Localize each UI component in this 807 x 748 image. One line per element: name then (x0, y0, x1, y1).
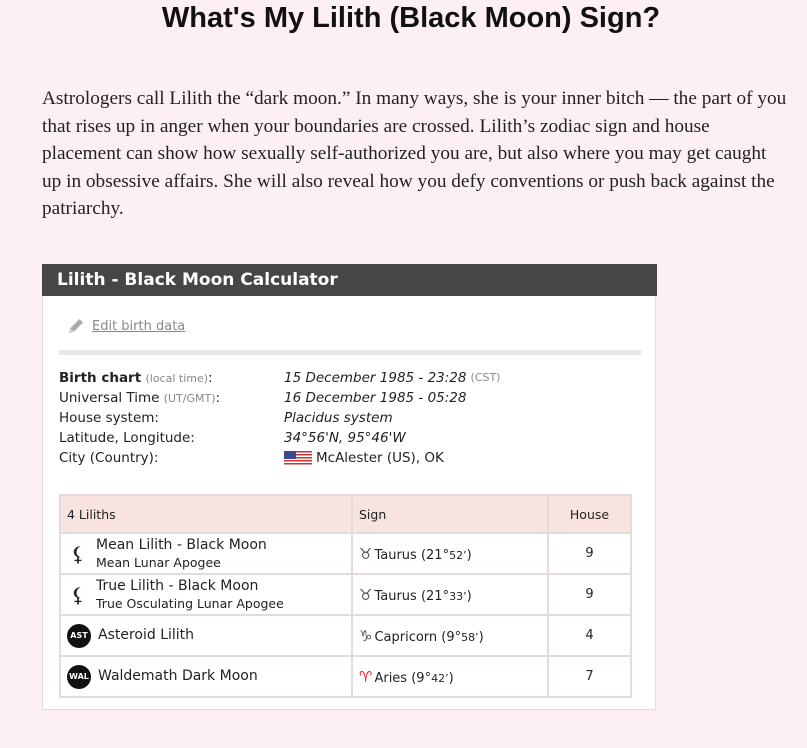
pencil-icon[interactable] (66, 316, 86, 336)
row-house: 7 (547, 655, 632, 698)
row-sign: Taurus (374, 547, 417, 563)
row-minute: 33’ (449, 589, 467, 603)
row-name: Asteroid Lilith (98, 627, 195, 643)
row-degree: 9 (416, 670, 425, 686)
birth-chart-label: Birth chart (59, 370, 142, 386)
liliths-table: 4 Liliths Sign House ⚸ Mean Lilith - Bla… (59, 494, 632, 698)
capricorn-icon: ♑ (359, 626, 373, 645)
row-subname: True Osculating Lunar Apogee (96, 595, 284, 611)
row-degree: 21 (426, 547, 443, 563)
birth-chart-tz: (CST) (470, 371, 501, 384)
row-sign: Capricorn (374, 629, 438, 645)
table-row-mean-lilith: ⚸ Mean Lilith - Black Moon Mean Lunar Ap… (59, 532, 632, 575)
true-lilith-glyph-icon: ⚸ (70, 582, 86, 607)
page-title: What's My Lilith (Black Moon) Sign? (161, 2, 661, 34)
row-minute: 42’ (431, 671, 449, 685)
table-row-true-lilith: ⚸ True Lilith - Black Moon True Osculati… (59, 573, 632, 616)
ut-label: Universal Time (59, 390, 160, 406)
house-system-row: House system: Placidus system (59, 408, 619, 428)
birth-info: Birth chart (local time): 15 December 19… (59, 368, 619, 468)
city-row: City (Country): McAlester (US), OK (59, 448, 619, 468)
house-system-value: Placidus system (284, 410, 393, 426)
lilith-calculator-widget: Lilith - Black Moon Calculator Edit birt… (42, 264, 657, 710)
edit-birth-data-row[interactable]: Edit birth data (66, 315, 185, 337)
widget-title: Lilith - Black Moon Calculator (42, 264, 657, 296)
table-row-waldemath: WAL Waldemath Dark Moon ♈ Aries (9°42’) 7 (59, 655, 632, 698)
row-minute: 52’ (449, 548, 467, 562)
row-house: 9 (547, 573, 632, 616)
table-row-asteroid-lilith: AST Asteroid Lilith ♑ Capricorn (9°58’) 4 (59, 614, 632, 657)
row-name: True Lilith - Black Moon (96, 577, 259, 594)
row-name: Waldemath Dark Moon (98, 668, 258, 684)
col-header-liliths: 4 Liliths (59, 494, 353, 534)
row-degree: 21 (426, 588, 443, 604)
asteroid-badge-icon: AST (67, 623, 91, 648)
col-header-house: House (547, 494, 632, 534)
col-header-sign: Sign (351, 494, 549, 534)
city-value: McAlester (US), OK (316, 450, 444, 466)
taurus-icon: ♉ (359, 544, 373, 563)
row-house: 4 (547, 614, 632, 657)
house-system-label: House system: (59, 410, 159, 426)
row-minute: 58’ (461, 630, 479, 644)
ut-note: (UT/GMT) (163, 392, 216, 405)
birth-chart-value: 15 December 1985 - 23:28 (284, 370, 467, 386)
intro-paragraph: Astrologers call Lilith the “dark moon.”… (42, 88, 787, 219)
row-degree: 9 (446, 629, 455, 645)
table-header-row: 4 Liliths Sign House (59, 494, 632, 534)
row-sign: Taurus (374, 588, 417, 604)
birth-chart-note: (local time) (145, 372, 209, 385)
us-flag-icon (284, 450, 312, 466)
waldemath-badge-icon: WAL (67, 664, 91, 689)
ut-value: 16 December 1985 - 05:28 (284, 390, 467, 406)
city-label: City (Country): (59, 450, 159, 466)
birth-chart-row: Birth chart (local time): 15 December 19… (59, 370, 501, 386)
edit-birth-data-link[interactable]: Edit birth data (92, 319, 185, 334)
universal-time-row: Universal Time (UT/GMT): 16 December 198… (59, 390, 467, 406)
lilith-glyph-icon: ⚸ (70, 541, 86, 566)
row-name: Mean Lilith - Black Moon (96, 536, 267, 553)
lat-lon-value: 34°56'N, 95°46'W (284, 430, 406, 446)
lat-lon-row: Latitude, Longitude: 34°56'N, 95°46'W (59, 428, 619, 448)
aries-icon: ♈ (359, 667, 373, 686)
divider (59, 350, 641, 355)
row-house: 9 (547, 532, 632, 575)
lat-lon-label: Latitude, Longitude: (59, 430, 195, 446)
row-sign: Aries (374, 670, 408, 686)
taurus-icon: ♉ (359, 585, 373, 604)
row-subname: Mean Lunar Apogee (96, 554, 221, 570)
